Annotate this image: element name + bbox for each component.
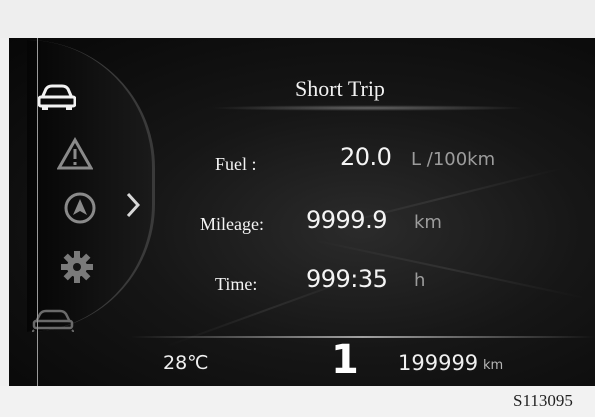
- status-bar-divider: [130, 336, 595, 338]
- figure-code: S113095: [513, 391, 573, 410]
- fuel-unit: L /100km: [411, 149, 496, 170]
- driver-assist-icon[interactable]: [31, 308, 75, 333]
- gear-indicator: 1: [331, 337, 359, 383]
- title-underline-glow: [208, 105, 528, 111]
- time-value: 999:35: [306, 265, 388, 293]
- warning-icon[interactable]: [56, 136, 94, 171]
- guide-line: [37, 38, 38, 386]
- odometer-value: 199999: [398, 351, 479, 375]
- screen-title: Short Trip: [295, 76, 385, 101]
- page-top-margin: [0, 0, 595, 38]
- fuel-label: Fuel :: [215, 154, 257, 174]
- mileage-value: 9999.9: [306, 206, 387, 234]
- navigation-icon[interactable]: [63, 191, 97, 225]
- time-unit: h: [414, 270, 426, 291]
- mileage-label: Mileage:: [200, 214, 264, 234]
- outside-temperature: 28℃: [163, 352, 209, 374]
- mileage-unit: km: [414, 212, 442, 233]
- time-label: Time:: [215, 274, 258, 294]
- fuel-value: 20.0: [340, 143, 392, 171]
- page-bottom-margin: [0, 386, 595, 417]
- car-icon[interactable]: [36, 78, 77, 112]
- settings-gear-icon[interactable]: [59, 249, 95, 285]
- odometer-unit: km: [483, 358, 504, 373]
- chevron-right-icon[interactable]: [126, 192, 141, 218]
